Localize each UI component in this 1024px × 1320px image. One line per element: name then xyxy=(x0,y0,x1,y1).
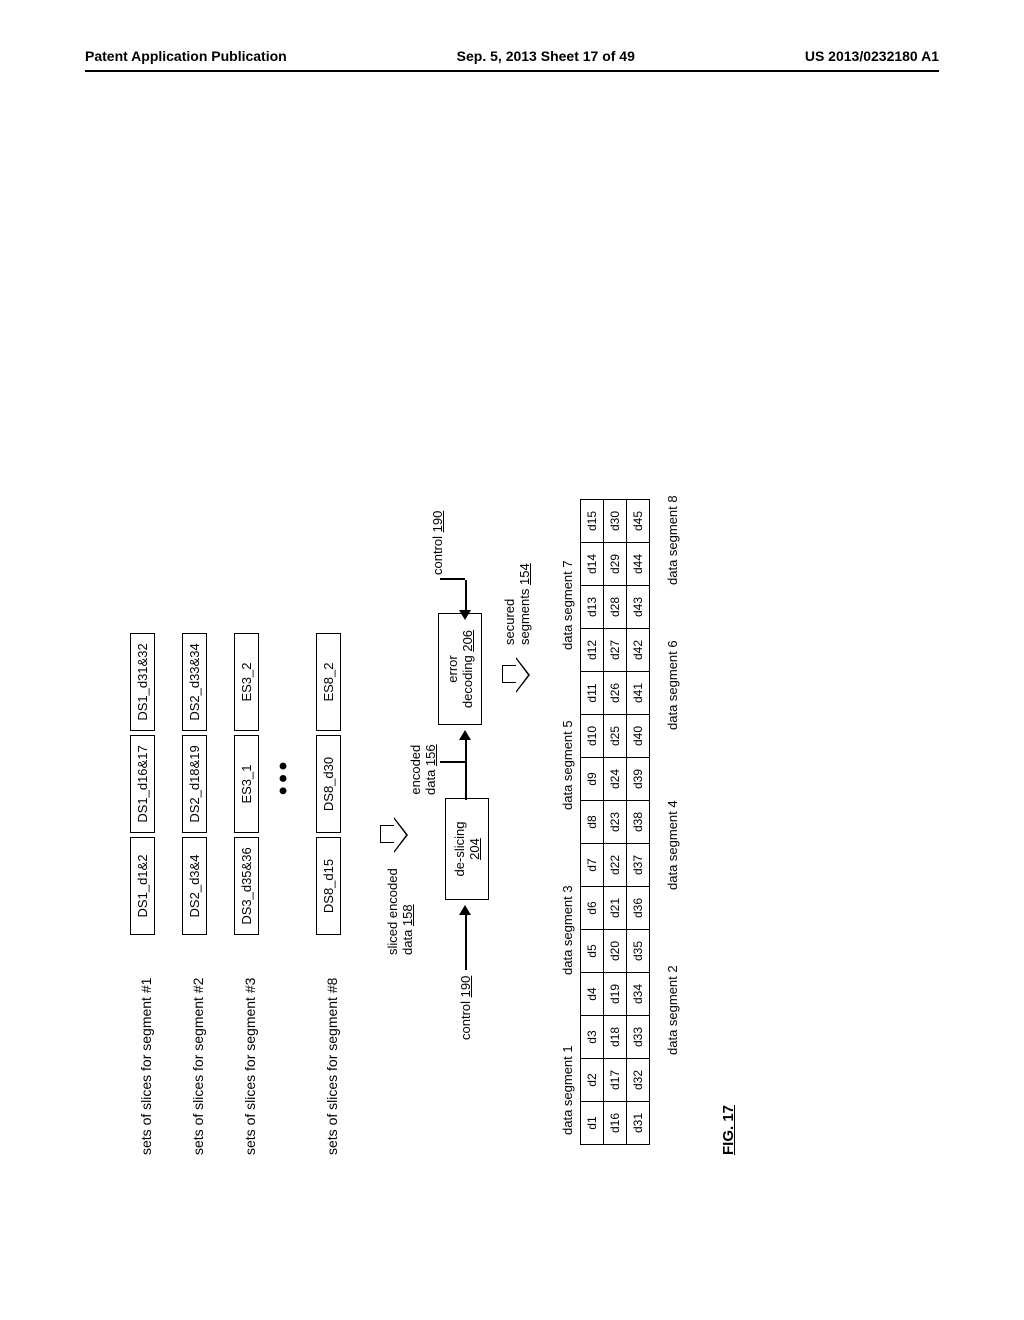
secured-segments-label: secured segments 154 xyxy=(502,563,532,645)
slice-cell: ES3_2 xyxy=(234,633,259,731)
arrow-line xyxy=(465,580,467,610)
control-left-label: control 190 xyxy=(458,976,473,1040)
sliced-encoded-label: sliced encoded data 158 xyxy=(385,868,415,955)
figure-17: sets of slices for segment #1 DS1_d1&2 D… xyxy=(20,285,1000,1045)
slice-cell: DS1_d31&32 xyxy=(130,633,155,731)
slice-cell: DS8_d30 xyxy=(316,735,341,833)
slice-cell: ES8_2 xyxy=(316,633,341,731)
seg-label-1: data segment 1 xyxy=(560,1045,575,1135)
control-right-label: control 190 xyxy=(430,511,445,575)
segment-table: d1d2 d3d4 d5d6 d7d8 d9d10 d11d12 d13d14 … xyxy=(580,499,650,1145)
seg-label-4: data segment 4 xyxy=(665,800,680,890)
page-header: Patent Application Publication Sep. 5, 2… xyxy=(0,48,1024,64)
slices-label-3: sets of slices for segment #3 xyxy=(242,978,258,1155)
slice-cell: DS2_d3&4 xyxy=(182,837,207,935)
seg-label-3: data segment 3 xyxy=(560,885,575,975)
header-rule xyxy=(85,70,939,72)
slice-cell: DS8_d15 xyxy=(316,837,341,935)
slice-row-3: DS3_d35&36 ES3_1 ES3_2 xyxy=(234,633,259,935)
arrow-line xyxy=(465,740,467,800)
arrow-down-icon xyxy=(502,655,530,695)
encoded-data-label: encoded data 156 xyxy=(408,744,438,795)
seg-label-5: data segment 5 xyxy=(560,720,575,810)
slices-label-1: sets of slices for segment #1 xyxy=(138,978,154,1155)
arrow-left-icon xyxy=(459,610,471,620)
header-left: Patent Application Publication xyxy=(85,48,287,64)
slice-cell: ES3_1 xyxy=(234,735,259,833)
slices-label-8: sets of slices for segment #8 xyxy=(324,978,340,1155)
slice-cell: DS1_d1&2 xyxy=(130,837,155,935)
header-center: Sep. 5, 2013 Sheet 17 of 49 xyxy=(457,48,635,64)
header-right: US 2013/0232180 A1 xyxy=(805,48,939,64)
table-row: d16d17 d18d19 d20d21 d22d23 d24d25 d26d2… xyxy=(604,500,627,1145)
slice-cell: DS2_d18&19 xyxy=(182,735,207,833)
arrow-right-icon xyxy=(459,730,471,740)
connector-line xyxy=(440,579,465,581)
slice-cell: DS1_d16&17 xyxy=(130,735,155,833)
seg-label-7: data segment 7 xyxy=(560,560,575,650)
arrow-line xyxy=(465,915,467,970)
error-decoding-box: error decoding 206 xyxy=(438,613,482,725)
slices-label-2: sets of slices for segment #2 xyxy=(190,978,206,1155)
slice-cell: DS3_d35&36 xyxy=(234,837,259,935)
seg-label-2: data segment 2 xyxy=(665,965,680,1055)
deslicing-box: de-slicing204 xyxy=(445,798,489,900)
slice-row-2: DS2_d3&4 DS2_d18&19 DS2_d33&34 xyxy=(182,633,207,935)
arrow-down-icon xyxy=(380,815,408,855)
ellipsis-icon: ••• xyxy=(270,758,298,795)
seg-label-8: data segment 8 xyxy=(665,495,680,585)
table-row: d31d32 d33d34 d35d36 d37d38 d39d40 d41d4… xyxy=(627,500,650,1145)
slice-row-8: DS8_d15 DS8_d30 ES8_2 xyxy=(316,633,341,935)
arrow-right-icon xyxy=(459,905,471,915)
table-row: d1d2 d3d4 d5d6 d7d8 d9d10 d11d12 d13d14 … xyxy=(581,500,604,1145)
seg-label-6: data segment 6 xyxy=(665,640,680,730)
slice-cell: DS2_d33&34 xyxy=(182,633,207,731)
slice-row-1: DS1_d1&2 DS1_d16&17 DS1_d31&32 xyxy=(130,633,155,935)
figure-label: FIG. 17 xyxy=(720,1105,737,1155)
connector-line xyxy=(440,762,465,764)
